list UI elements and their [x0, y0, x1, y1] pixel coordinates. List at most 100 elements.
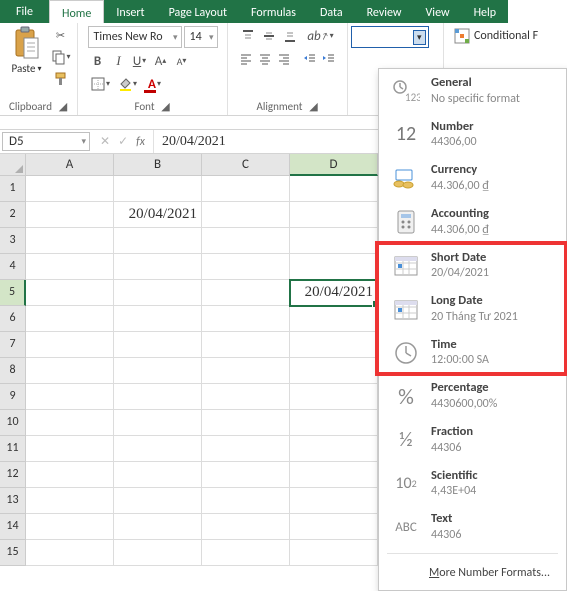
cell-D5[interactable]: 20/04/2021 — [290, 280, 378, 306]
cell-B13[interactable] — [114, 488, 202, 514]
italic-button[interactable]: I — [109, 51, 129, 71]
cell-C4[interactable] — [202, 254, 290, 280]
row-header-14[interactable]: 14 — [0, 514, 26, 540]
cell-D1[interactable] — [290, 176, 378, 202]
cancel-icon[interactable]: ✕ — [100, 134, 110, 149]
cell-C14[interactable] — [202, 514, 290, 540]
cell-C2[interactable] — [202, 202, 290, 228]
cell-B5[interactable] — [114, 280, 202, 306]
cell-A8[interactable] — [26, 358, 114, 384]
format-text[interactable]: ABC Text44306 — [379, 505, 566, 549]
tab-help[interactable]: Help — [462, 0, 509, 23]
fx-button[interactable]: fx — [136, 135, 145, 149]
row-header-11[interactable]: 11 — [0, 436, 26, 462]
decrease-font-button[interactable]: A▾ — [172, 51, 192, 71]
tab-page-layout[interactable]: Page Layout — [157, 0, 239, 23]
cell-A2[interactable] — [26, 202, 114, 228]
font-color-button[interactable]: A▾ — [142, 74, 168, 94]
paste-button[interactable]: Paste▾ — [7, 26, 47, 75]
row-header-5[interactable]: 5 — [0, 280, 26, 306]
increase-font-button[interactable]: A▴ — [151, 51, 171, 71]
cell-A6[interactable] — [26, 306, 114, 332]
cell-C5[interactable] — [202, 280, 290, 306]
more-number-formats[interactable]: More Number Formats... — [379, 558, 566, 590]
cell-B7[interactable] — [114, 332, 202, 358]
cell-D15[interactable] — [290, 540, 378, 566]
align-middle-button[interactable] — [259, 26, 279, 46]
orientation-button[interactable]: ab↗▾ — [308, 26, 334, 46]
name-box[interactable]: D5▾ — [2, 132, 90, 151]
cell-D6[interactable] — [290, 306, 378, 332]
copy-button[interactable]: ▾ — [51, 48, 71, 66]
row-header-12[interactable]: 12 — [0, 462, 26, 488]
format-short-date[interactable]: Short Date20/04/2021 — [379, 244, 566, 288]
format-percentage[interactable]: % Percentage4430600,00% — [379, 374, 566, 418]
col-header-c[interactable]: C — [202, 154, 290, 176]
format-long-date[interactable]: Long Date20 Tháng Tư 2021 — [379, 287, 566, 331]
col-header-d[interactable]: D — [290, 154, 378, 176]
row-header-6[interactable]: 6 — [0, 306, 26, 332]
cell-B14[interactable] — [114, 514, 202, 540]
tab-home[interactable]: Home — [49, 0, 104, 23]
cell-D7[interactable] — [290, 332, 378, 358]
col-header-b[interactable]: B — [114, 154, 202, 176]
increase-indent-button[interactable] — [320, 49, 338, 69]
format-scientific[interactable]: 102 Scientific4,43E+04 — [379, 462, 566, 506]
cell-C9[interactable] — [202, 384, 290, 410]
col-header-a[interactable]: A — [26, 154, 114, 176]
cell-C8[interactable] — [202, 358, 290, 384]
align-right-button[interactable] — [275, 49, 293, 69]
cell-A4[interactable] — [26, 254, 114, 280]
cell-D2[interactable] — [290, 202, 378, 228]
row-header-9[interactable]: 9 — [0, 384, 26, 410]
cell-D4[interactable] — [290, 254, 378, 280]
cell-D8[interactable] — [290, 358, 378, 384]
cell-B10[interactable] — [114, 410, 202, 436]
row-header-8[interactable]: 8 — [0, 358, 26, 384]
underline-button[interactable]: U▾ — [130, 51, 150, 71]
cell-C6[interactable] — [202, 306, 290, 332]
row-header-3[interactable]: 3 — [0, 228, 26, 254]
cell-D10[interactable] — [290, 410, 378, 436]
cell-A1[interactable] — [26, 176, 114, 202]
tab-view[interactable]: View — [414, 0, 462, 23]
cell-A10[interactable] — [26, 410, 114, 436]
cell-B1[interactable] — [114, 176, 202, 202]
enter-icon[interactable]: ✓ — [118, 134, 128, 149]
row-header-10[interactable]: 10 — [0, 410, 26, 436]
cell-C15[interactable] — [202, 540, 290, 566]
dialog-launcher-icon[interactable]: ◢ — [161, 102, 171, 112]
cell-A14[interactable] — [26, 514, 114, 540]
cell-D12[interactable] — [290, 462, 378, 488]
decrease-indent-button[interactable] — [301, 49, 319, 69]
format-accounting[interactable]: Accounting44.306,00 ₫ — [379, 200, 566, 244]
cell-A5[interactable] — [26, 280, 114, 306]
align-center-button[interactable] — [256, 49, 274, 69]
borders-button[interactable]: ▾ — [88, 74, 114, 94]
cell-C10[interactable] — [202, 410, 290, 436]
bold-button[interactable]: B — [88, 51, 108, 71]
cell-A13[interactable] — [26, 488, 114, 514]
row-header-2[interactable]: 2 — [0, 202, 26, 228]
cell-A7[interactable] — [26, 332, 114, 358]
fill-color-button[interactable]: ▾ — [115, 74, 141, 94]
cell-A15[interactable] — [26, 540, 114, 566]
cell-B4[interactable] — [114, 254, 202, 280]
cell-B11[interactable] — [114, 436, 202, 462]
cell-D9[interactable] — [290, 384, 378, 410]
cell-D13[interactable] — [290, 488, 378, 514]
align-top-button[interactable] — [238, 26, 258, 46]
tab-insert[interactable]: Insert — [104, 0, 156, 23]
tab-review[interactable]: Review — [355, 0, 414, 23]
format-currency[interactable]: Currency44.306,00 ₫ — [379, 156, 566, 200]
tab-formulas[interactable]: Formulas — [239, 0, 308, 23]
align-left-button[interactable] — [238, 49, 256, 69]
number-format-select[interactable]: ▾ — [351, 26, 429, 48]
row-header-7[interactable]: 7 — [0, 332, 26, 358]
cell-B2[interactable]: 20/04/2021 — [114, 202, 202, 228]
format-time[interactable]: Time12:00:00 SA — [379, 331, 566, 375]
format-general[interactable]: 123 GeneralNo specific format — [379, 69, 566, 113]
font-size-select[interactable]: 14▾ — [184, 26, 218, 48]
dialog-launcher-icon[interactable]: ◢ — [309, 102, 319, 112]
conditional-formatting-button[interactable]: Conditional F — [450, 26, 542, 46]
